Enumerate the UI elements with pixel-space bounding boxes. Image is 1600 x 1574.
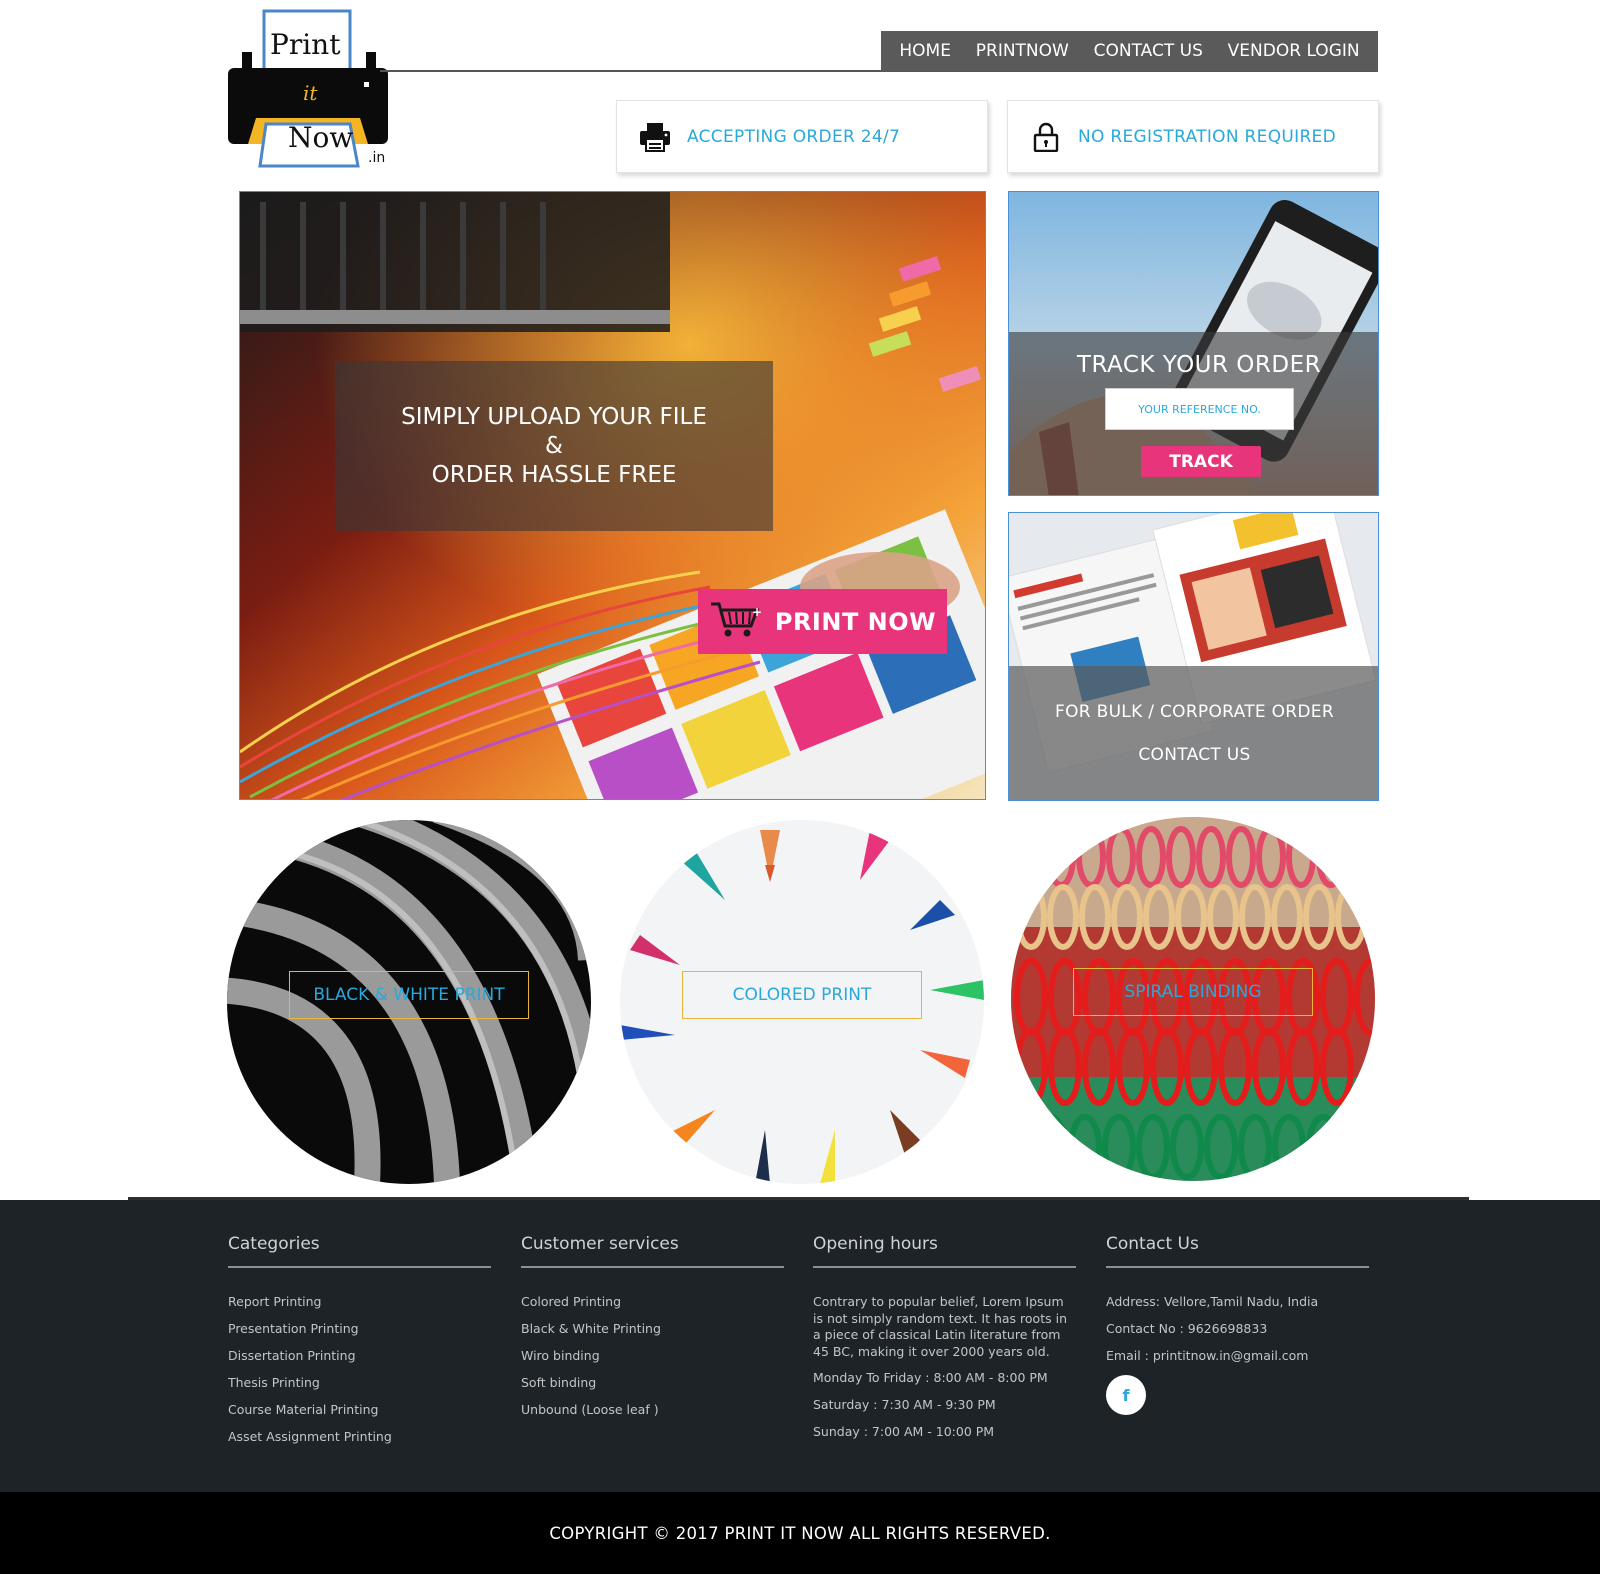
footer-contact-title: Contact Us [1106,1234,1369,1268]
footer-hours-sunday: Sunday : 7:00 AM - 10:00 PM [813,1424,995,1439]
bulk-contact-link[interactable]: CONTACT US [1138,734,1250,777]
site-logo[interactable]: Print it Now .in [226,8,396,170]
footer-customer-services: Customer services Colored Printing Black… [521,1234,784,1429]
footer-service-link[interactable]: Wiro binding [521,1348,784,1363]
nav-vendor-login[interactable]: VENDOR LOGIN [1228,41,1360,61]
footer-hours-weekday: Monday To Friday : 8:00 AM - 8:00 PM [813,1370,1048,1385]
footer-categories: Categories Report Printing Presentation … [228,1234,491,1456]
nav-home[interactable]: HOME [899,41,951,61]
logo-text-print: Print [270,28,341,61]
hero-banner: SIMPLY UPLOAD YOUR FILE & ORDER HASSLE F… [239,191,986,800]
feature-no-registration: NO REGISTRATION REQUIRED [1007,100,1379,173]
page: Print it Now .in HOME PRINTNOW CONTACT U… [0,0,1600,1574]
footer-category-link[interactable]: Thesis Printing [228,1375,491,1390]
logo-text-it: it [303,81,318,105]
track-order-panel: TRACK YOUR ORDER TRACK [1008,191,1379,496]
footer-category-link[interactable]: Report Printing [228,1294,491,1309]
footer-hours-description: Contrary to popular belief, Lorem Ipsum … [813,1294,1067,1359]
track-title: TRACK YOUR ORDER [1076,352,1322,378]
service-spiral-binding[interactable]: SPIRAL BINDING [1011,817,1375,1181]
hero-line-1: SIMPLY UPLOAD YOUR FILE [401,403,707,430]
logo-text-suffix: .in [368,150,386,166]
footer-email[interactable]: Email : printitnow.in@gmail.com [1106,1348,1369,1363]
footer-hours-saturday: Saturday : 7:30 AM - 9:30 PM [813,1397,996,1412]
lock-icon [1028,121,1064,153]
site-footer: Categories Report Printing Presentation … [0,1200,1600,1492]
footer-contact: Contact Us Address: Vellore,Tamil Nadu, … [1106,1234,1369,1415]
footer-category-link[interactable]: Course Material Printing [228,1402,491,1417]
hero-line-2: & [545,432,563,459]
hero-line-3: ORDER HASSLE FREE [431,461,677,488]
svg-text:+: + [752,605,761,619]
feature-accepting-orders: ACCEPTING ORDER 24/7 [616,100,988,173]
bulk-line-1: FOR BULK / CORPORATE ORDER [1055,702,1334,722]
bulk-overlay: FOR BULK / CORPORATE ORDER CONTACT US [1009,666,1378,800]
footer-category-link[interactable]: Asset Assignment Printing [228,1429,491,1444]
colored-print-label[interactable]: COLORED PRINT [682,971,922,1019]
footer-address: Address: Vellore,Tamil Nadu, India [1106,1294,1319,1309]
main-nav: HOME PRINTNOW CONTACT US VENDOR LOGIN [881,31,1378,71]
footer-phone: Contact No : 9626698833 [1106,1321,1268,1336]
facebook-icon[interactable]: f [1106,1375,1146,1415]
footer-service-link[interactable]: Unbound (Loose leaf ) [521,1402,784,1417]
bulk-order-panel[interactable]: FOR BULK / CORPORATE ORDER CONTACT US [1008,512,1379,801]
logo-text-now: Now [288,121,354,154]
nav-printnow[interactable]: PRINTNOW [976,41,1069,61]
footer-services-title: Customer services [521,1234,784,1268]
footer-service-link[interactable]: Soft binding [521,1375,784,1390]
feature-label: NO REGISTRATION REQUIRED [1078,126,1336,147]
print-now-label: PRINT NOW [774,607,937,636]
copyright-bar: COPYRIGHT © 2017 PRINT IT NOW ALL RIGHTS… [0,1492,1600,1574]
bw-print-label[interactable]: BLACK & WHITE PRINT [289,971,529,1019]
footer-hours-title: Opening hours [813,1234,1076,1268]
footer-service-link[interactable]: Black & White Printing [521,1321,784,1336]
nav-contact-us[interactable]: CONTACT US [1094,41,1203,61]
footer-category-link[interactable]: Dissertation Printing [228,1348,491,1363]
service-black-white[interactable]: BLACK & WHITE PRINT [227,820,591,1184]
footer-categories-title: Categories [228,1234,491,1268]
reference-number-input[interactable] [1105,388,1294,430]
footer-category-link[interactable]: Presentation Printing [228,1321,491,1336]
track-button[interactable]: TRACK [1141,446,1261,477]
feature-label: ACCEPTING ORDER 24/7 [687,126,901,147]
hero-message: SIMPLY UPLOAD YOUR FILE & ORDER HASSLE F… [335,361,773,531]
cart-icon: + [709,600,762,644]
footer-opening-hours: Opening hours Contrary to popular belief… [813,1234,1076,1451]
service-colored[interactable]: COLORED PRINT [620,820,984,1184]
footer-service-link[interactable]: Colored Printing [521,1294,784,1309]
spiral-binding-label[interactable]: SPIRAL BINDING [1073,968,1313,1016]
printer-icon [637,121,673,153]
print-now-button[interactable]: + PRINT NOW [698,589,947,654]
